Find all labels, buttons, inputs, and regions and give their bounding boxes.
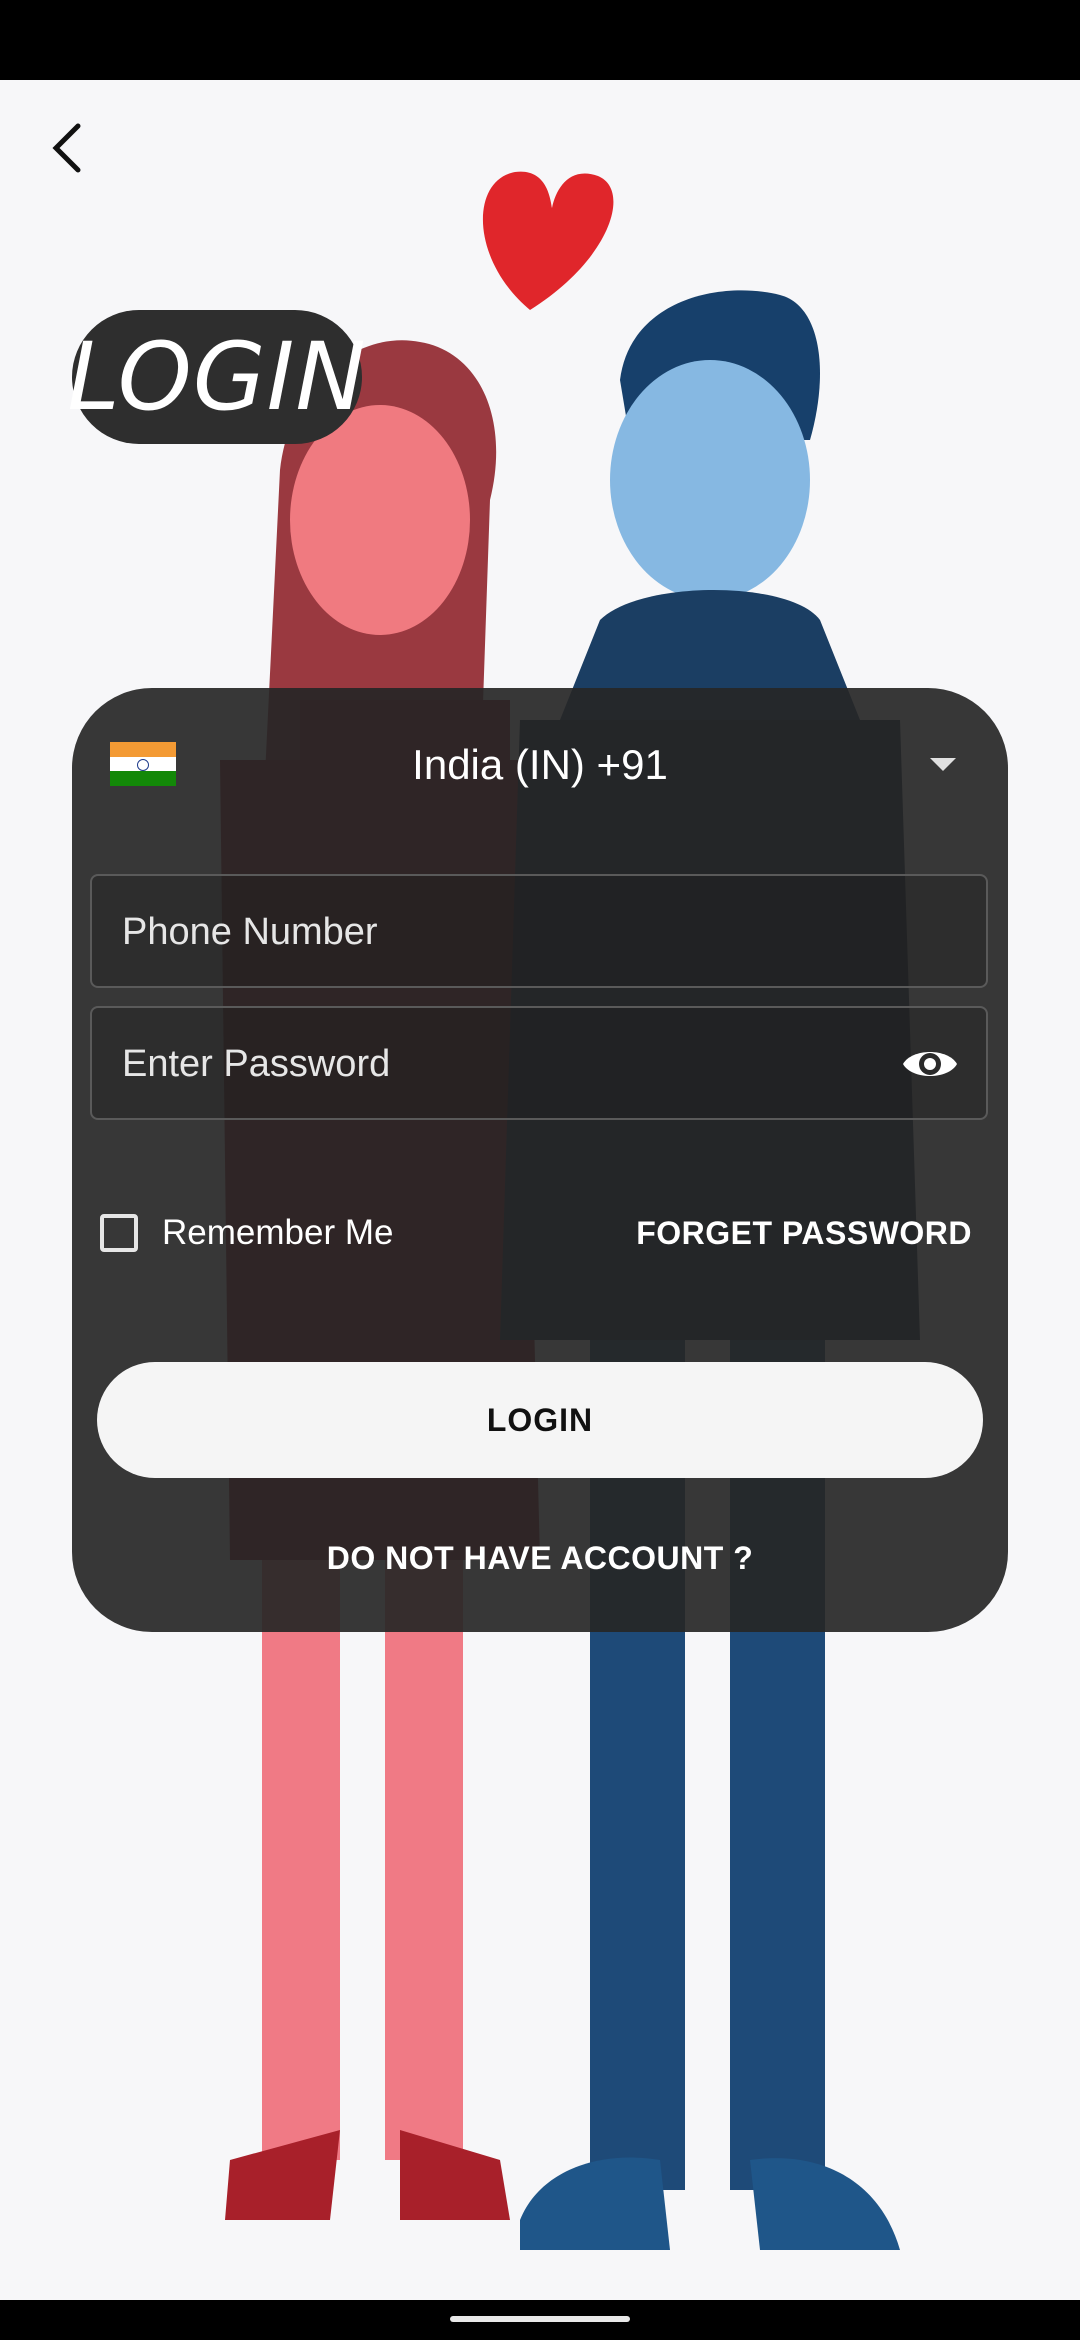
page-title-text: LOGIN [67, 322, 367, 432]
login-button[interactable]: LOGIN [97, 1362, 983, 1478]
chevron-left-icon [52, 123, 81, 173]
forget-password-link[interactable]: FORGET PASSWORD [636, 1208, 972, 1258]
status-bar [0, 0, 1080, 80]
checkbox-box[interactable] [100, 1214, 138, 1252]
remember-me-label: Remember Me [162, 1213, 394, 1252]
country-code-picker[interactable]: India (IN) +91 [72, 728, 1008, 802]
heart-icon [482, 171, 614, 310]
back-button[interactable] [36, 108, 96, 188]
remember-me-checkbox[interactable]: Remember Me [100, 1208, 393, 1258]
password-field[interactable] [90, 1006, 988, 1120]
home-handle[interactable] [450, 2316, 630, 2322]
login-card: India (IN) +91 Remember Me FORGET PASSWO… [72, 688, 1008, 1632]
navigation-bar [0, 2300, 1080, 2340]
phone-field[interactable] [90, 874, 988, 988]
page-title: LOGIN [67, 310, 366, 444]
phone-input[interactable] [120, 876, 884, 988]
eye-icon [903, 1052, 957, 1076]
toggle-password-visibility-button[interactable] [900, 1040, 960, 1088]
signup-link[interactable]: DO NOT HAVE ACCOUNT ? [72, 1540, 1008, 1577]
password-input[interactable] [120, 1008, 884, 1120]
country-label: India (IN) +91 [412, 741, 668, 788]
dropdown-arrow-icon [930, 758, 956, 771]
